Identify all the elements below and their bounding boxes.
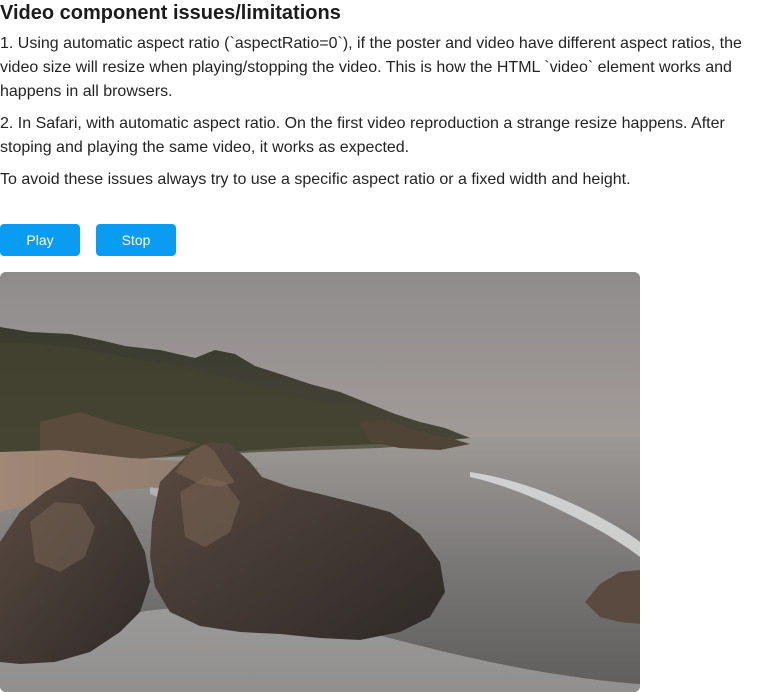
play-button[interactable]: Play <box>0 224 80 256</box>
stop-button[interactable]: Stop <box>96 224 176 256</box>
issue-paragraph-1: 1. Using automatic aspect ratio (`aspect… <box>0 35 742 100</box>
page-title: Video component issues/limitations <box>0 2 341 24</box>
page: Video component issues/limitations 1. Us… <box>0 0 768 692</box>
issue-paragraph-2: 2. In Safari, with automatic aspect rati… <box>0 115 725 156</box>
video-poster-image <box>0 272 640 692</box>
video-player[interactable] <box>0 272 640 692</box>
advice-paragraph: To avoid these issues always try to use … <box>0 171 631 188</box>
